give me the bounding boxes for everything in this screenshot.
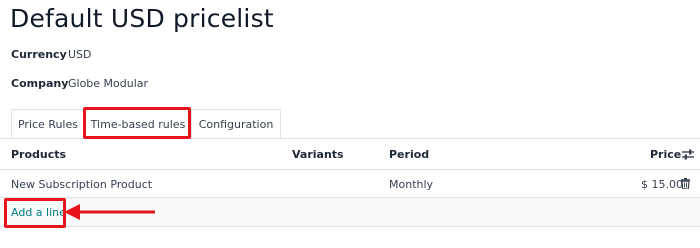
currency-label: Currency [11,48,67,61]
column-header-period[interactable]: Period [389,148,429,161]
column-header-price[interactable]: Price [650,148,681,161]
tab-time-based-rules[interactable]: Time-based rules [85,109,191,139]
trash-icon[interactable] [681,178,690,189]
column-header-products[interactable]: Products [11,148,66,161]
company-label: Company [11,77,69,90]
price-cell[interactable]: $ 15.00 [641,178,683,191]
tab-price-rules[interactable]: Price Rules [11,109,85,138]
tab-configuration[interactable]: Configuration [191,109,281,138]
table-row[interactable]: New Subscription Product Monthly $ 15.00 [0,170,700,198]
add-a-line-link[interactable]: Add a line [11,206,66,219]
table-header: Products Variants Period Price [0,139,700,170]
product-cell[interactable]: New Subscription Product [11,178,152,191]
arrow-left-icon [64,204,155,220]
page-title: Default USD pricelist [10,4,274,33]
currency-value[interactable]: USD [68,48,92,61]
company-value[interactable]: Globe Modular [68,77,148,90]
sliders-icon[interactable] [682,149,694,160]
column-header-variants[interactable]: Variants [292,148,344,161]
period-cell[interactable]: Monthly [389,178,433,191]
